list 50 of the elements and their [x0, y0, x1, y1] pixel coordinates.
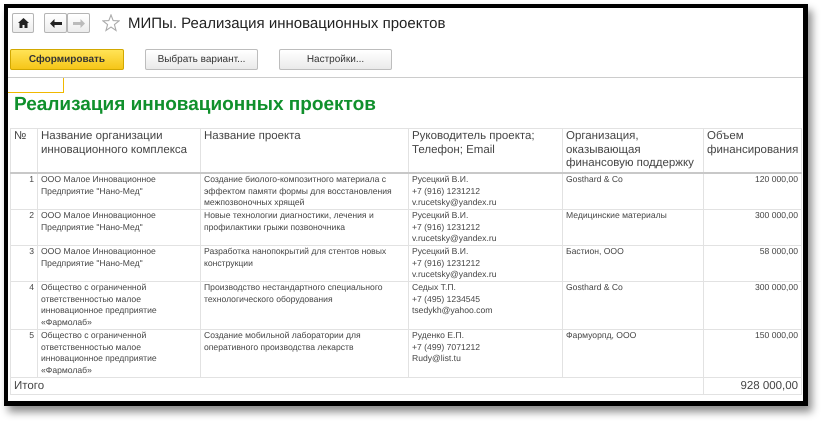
table-cell: 5	[10, 330, 38, 378]
table-cell: Русецкий В.И. +7 (916) 1231212 v.rucetsky@yandex.ru	[408, 246, 562, 282]
table-cell: Gosthard & Co	[562, 282, 704, 330]
table-cell: Руденко Е.П. +7 (499) 7071212 Rudy@list.tu	[408, 330, 562, 378]
total-amount: 928 000,00	[704, 378, 802, 394]
table-cell: Производство нестандартного специального технологического оборудования	[200, 282, 408, 330]
table-cell: Медицинские материалы	[562, 210, 704, 246]
table-cell: Общество с ограниченной ответственностью малое инновационное предприятие «Фармолаб»	[38, 282, 200, 330]
table-cell: Разработка нанопокрытий для стентов новых конструкции	[200, 246, 408, 282]
column-header: Руководитель проекта; Телефон; Email	[408, 128, 562, 173]
star-icon[interactable]	[102, 14, 120, 32]
window-title: МИПы. Реализация инновационных проектов	[128, 14, 446, 32]
column-header: Организация, оказывающая финансовую поддержку	[562, 128, 704, 173]
table-cell: 3	[10, 246, 38, 282]
total-label: Итого	[10, 378, 704, 394]
table-cell: ООО Малое Инновационное Предприятие "Нано-Мед"	[38, 173, 200, 210]
table-cell: Новые технологии диагностики, лечения и профилактики грыжи позвоночника	[200, 210, 408, 246]
column-header: Объем финансирования	[704, 128, 802, 173]
table-cell: 2	[10, 210, 38, 246]
table-cell: Русецкий В.И. +7 (916) 1231212 v.rucetsky@yandex.ru	[408, 210, 562, 246]
table-cell: Общество с ограниченной ответственностью малое инновационное предприятие «Фармолаб»	[38, 330, 200, 378]
home-button[interactable]	[12, 13, 34, 33]
table-cell: 4	[10, 282, 38, 330]
table-cell: ООО Малое Инновационное Предприятие "Нано-Мед"	[38, 246, 200, 282]
table-cell: Gosthard & Co	[562, 173, 704, 210]
toolbar-button[interactable]: Настройки...	[279, 49, 392, 70]
table-cell: 300 000,00	[704, 282, 802, 330]
table-cell: Бастион, ООО	[562, 246, 704, 282]
table-cell: Русецкий В.И. +7 (916) 1231212 v.rucetsky@yandex.ru	[408, 173, 562, 210]
column-header: Название проекта	[200, 128, 408, 173]
table-cell: Седых Т.П. +7 (495) 1234545 tsedykh@yahoo.com	[408, 282, 562, 330]
table-cell: ООО Малое Инновационное Предприятие "Нано-Мед"	[38, 210, 200, 246]
forward-arrow-icon	[72, 18, 84, 28]
table-cell: 1	[10, 173, 38, 210]
table-cell: Фармуорпд, ООО	[562, 330, 704, 378]
report-title: Реализация инновационных проектов	[13, 93, 377, 117]
home-icon	[18, 18, 28, 28]
back-button[interactable]	[44, 13, 67, 33]
column-header: №	[10, 128, 38, 173]
selected-cell[interactable]	[8, 78, 64, 93]
toolbar-button[interactable]: Выбрать вариант...	[145, 49, 258, 70]
column-header: Название организации инновационного комплекса	[38, 128, 200, 173]
table-cell: Создание мобильной лаборатории для оперативного производства лекарств	[200, 330, 408, 378]
table-cell: 150 000,00	[704, 330, 802, 378]
table-cell: 58 000,00	[704, 246, 802, 282]
table-cell: 120 000,00	[704, 173, 802, 210]
toolbar-button[interactable]: Сформировать	[10, 49, 124, 70]
back-arrow-icon	[50, 18, 62, 28]
table-cell: 300 000,00	[704, 210, 802, 246]
table-cell: Создание биолого-композитного материала с эффектом памяти формы для восстановления межпозвоночных хрящей	[200, 173, 408, 210]
